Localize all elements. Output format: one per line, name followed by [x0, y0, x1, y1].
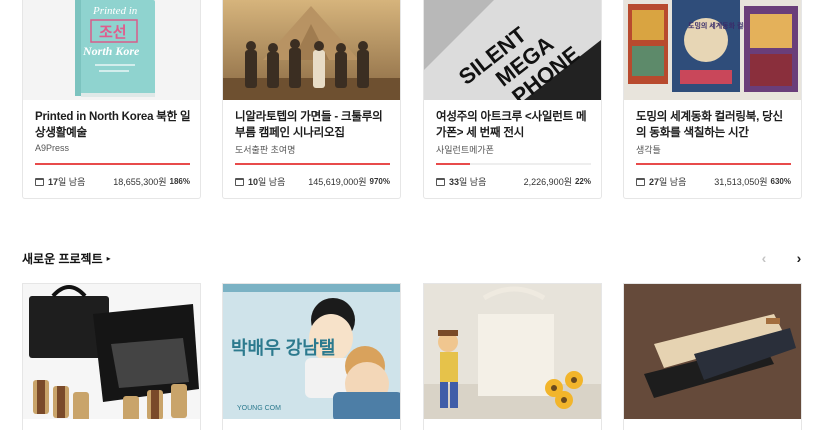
funded-amount: 18,655,300원 [113, 177, 167, 187]
funded-percent: 22% [574, 177, 591, 186]
funded-amount: 31,513,050원 [714, 177, 768, 187]
book-title-text: 조선 [99, 24, 127, 41]
project-thumbnail[interactable]: 박배우 강남탤 YOUNG COM [223, 284, 400, 419]
calendar-icon [235, 177, 244, 186]
calendar-icon [35, 177, 44, 186]
funding-progress-bar [636, 163, 791, 165]
project-thumbnail[interactable] [23, 284, 200, 419]
project-creator[interactable]: 도서출판 초여명 [235, 143, 295, 156]
project-meta: 17일 남음 18,655,300원 186% [35, 175, 190, 188]
funding-progress-bar [436, 163, 591, 165]
project-card[interactable]: 니알라토텝의 가면들 - 크툴루의 부름 캠페인 시나리오집 도서출판 초여명 … [222, 0, 401, 199]
days-left: 10일 남음 [248, 177, 286, 187]
project-title[interactable]: 여성주의 아트크루 <사일런트 메가폰> 세 번째 전시 [436, 109, 592, 141]
project-thumbnail[interactable] [223, 0, 400, 100]
project-creator[interactable]: A9Press [35, 143, 69, 153]
funded-percent: 186% [169, 177, 190, 186]
popular-projects-row: Printed in 조선 North Kore Printed in Nort… [22, 0, 802, 200]
project-card[interactable]: Printed in 조선 North Kore Printed in Nort… [22, 0, 201, 199]
project-meta: 33일 남음 2,226,900원 22% [436, 175, 591, 188]
section-title-text[interactable]: 새로운 프로젝트 [22, 250, 103, 267]
funded-amount: 145,619,000원 [308, 177, 367, 187]
project-card[interactable] [423, 283, 602, 430]
new-projects-row: 박배우 강남탤 YOUNG COM [22, 283, 802, 430]
chevron-right-icon: ▸ [106, 254, 111, 263]
project-meta: 10일 남음 145,619,000원 970% [235, 175, 390, 188]
funding-progress-bar [235, 163, 390, 165]
new-projects-heading[interactable]: 새로운 프로젝트 ▸ [22, 250, 111, 267]
project-card[interactable]: SILENT MEGA PHONE 여성주의 아트크루 <사일런트 메가폰> 세… [423, 0, 602, 199]
project-creator[interactable]: 생각틀 [636, 143, 661, 156]
project-title[interactable]: 도밍의 세계동화 컬러링북, 당신의 동화를 색칠하는 시간 [636, 109, 792, 141]
funded-percent: 630% [770, 177, 791, 186]
webtoon-logo: YOUNG COM [237, 405, 281, 412]
funding-progress-bar [35, 163, 190, 165]
project-thumbnail[interactable]: Printed in 조선 North Kore [23, 0, 200, 100]
funded-percent: 970% [369, 177, 390, 186]
project-title[interactable]: Printed in North Korea 북한 일상생활예술 [35, 109, 191, 141]
calendar-icon [436, 177, 445, 186]
project-card[interactable]: 도밍의 세계동화 컬러링북 도밍의 세계동화 컬러링북, 당신의 동화를 색칠하… [623, 0, 802, 199]
project-thumbnail[interactable] [424, 284, 601, 419]
calendar-icon [636, 177, 645, 186]
project-card[interactable] [623, 283, 802, 430]
project-title[interactable]: 니알라토텝의 가면들 - 크툴루의 부름 캠페인 시나리오집 [235, 109, 391, 141]
carousel-prev-button[interactable]: ‹ [754, 248, 774, 268]
funded-amount: 2,226,900원 [523, 177, 572, 187]
book-sub-text: North Kore [82, 44, 140, 58]
project-card[interactable]: 박배우 강남탤 YOUNG COM [222, 283, 401, 430]
days-left: 33일 남음 [449, 177, 487, 187]
project-meta: 27일 남음 31,513,050원 630% [636, 175, 791, 188]
project-creator[interactable]: 사일런트메가폰 [436, 143, 494, 156]
webtoon-title: 박배우 강남탤 [231, 338, 335, 358]
project-thumbnail[interactable] [624, 284, 801, 419]
project-thumbnail[interactable]: SILENT MEGA PHONE [424, 0, 601, 100]
days-left: 17일 남음 [48, 177, 86, 187]
carousel-next-button[interactable]: › [789, 248, 809, 268]
project-thumbnail[interactable]: 도밍의 세계동화 컬러링북 [624, 0, 801, 100]
project-card[interactable] [22, 283, 201, 430]
days-left: 27일 남음 [649, 177, 687, 187]
book-top-text: Printed in [92, 5, 138, 17]
